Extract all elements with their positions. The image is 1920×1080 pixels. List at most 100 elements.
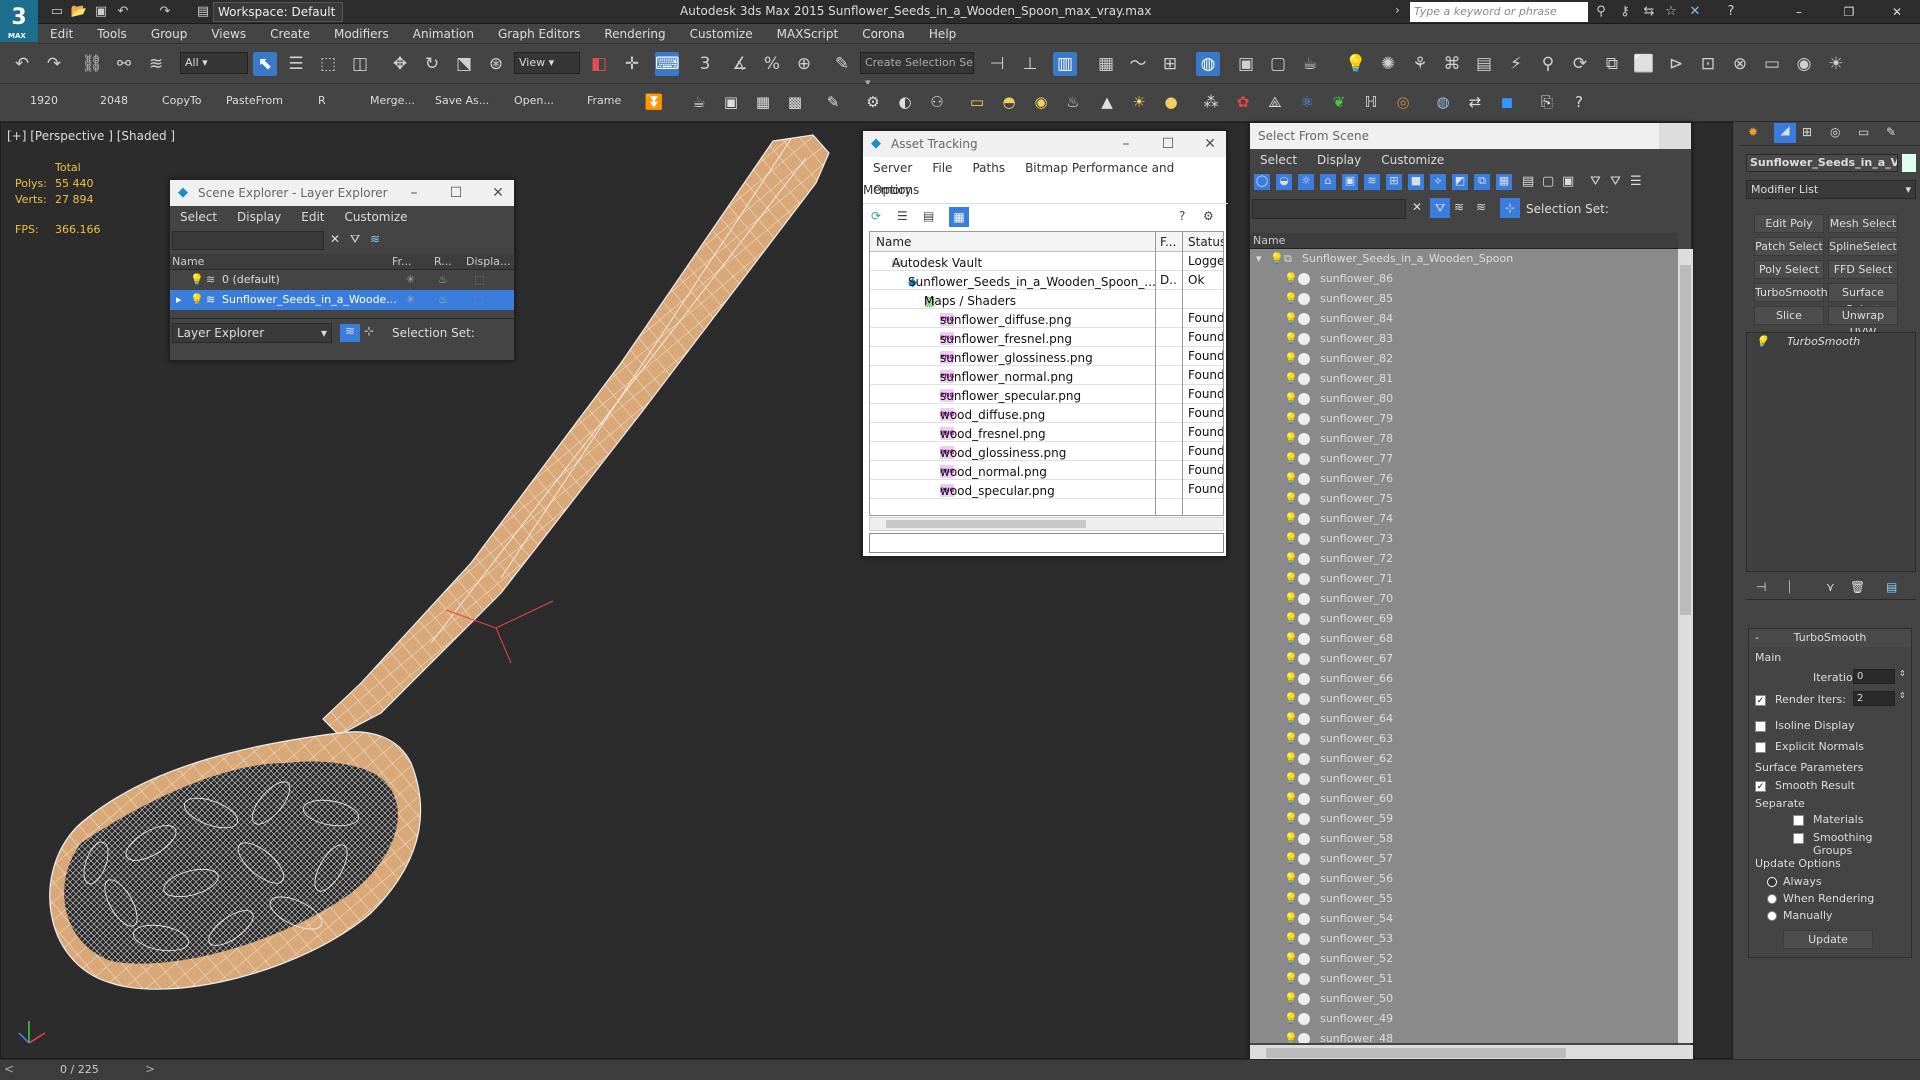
- menu-create[interactable]: Create: [258, 24, 322, 44]
- menu-help[interactable]: Help: [917, 24, 968, 44]
- when-rendering-radio[interactable]: [1767, 892, 1783, 905]
- list-item[interactable]: 💡 sunflower_64: [1250, 709, 1678, 729]
- xref-filter-icon[interactable]: ■: [1408, 174, 1424, 190]
- column-divider[interactable]: [1182, 232, 1183, 515]
- table-view-icon[interactable]: ▦: [949, 207, 969, 227]
- play-box-icon[interactable]: ⊳: [1664, 52, 1688, 76]
- frame-icon[interactable]: ⬜: [1632, 52, 1656, 76]
- lightbulb-icon[interactable]: 💡: [1284, 629, 1298, 649]
- collapse-icon[interactable]: ▾: [1256, 249, 1262, 269]
- menu-customize[interactable]: Customize: [678, 24, 765, 44]
- rendered-frame-icon[interactable]: ▢: [1266, 52, 1290, 76]
- cycle-icon[interactable]: ⟳: [1568, 52, 1592, 76]
- iterations-spinner[interactable]: 0: [1853, 669, 1895, 684]
- export-icon[interactable]: ⎘: [1536, 91, 1558, 113]
- sphere-light-icon[interactable]: ●: [1160, 91, 1182, 113]
- x-close-icon[interactable]: ✕: [1686, 3, 1704, 21]
- menu-paths[interactable]: Paths: [962, 161, 1015, 175]
- lightbulb-icon[interactable]: 💡: [1284, 269, 1298, 289]
- select-invert-icon[interactable]: ▣: [1562, 174, 1574, 189]
- pivot-center-icon[interactable]: ◧: [587, 52, 611, 76]
- selection-set-input[interactable]: Create Selection Se ▾: [860, 52, 974, 89]
- lightbulb-icon[interactable]: 💡: [1284, 709, 1298, 729]
- help-icon[interactable]: ?: [1179, 209, 1185, 223]
- sun-icon[interactable]: ☀: [1128, 91, 1150, 113]
- lightbulb-icon[interactable]: 💡: [1284, 329, 1298, 349]
- bind-space-warp-icon[interactable]: ≋: [144, 52, 168, 76]
- exchange-icon[interactable]: ⇆: [1640, 3, 1658, 21]
- vray-fur-icon[interactable]: ⚘: [1408, 52, 1432, 76]
- list-item[interactable]: 💡 sunflower_78: [1250, 429, 1678, 449]
- lightbulb-icon[interactable]: 💡: [1284, 409, 1298, 429]
- lightbulb-icon[interactable]: 💡: [1284, 589, 1298, 609]
- render-teapot-icon[interactable]: ♨: [438, 270, 448, 290]
- layers-icon[interactable]: ≋: [1454, 200, 1464, 214]
- lightbulb-icon[interactable]: 💡: [1284, 309, 1298, 329]
- display-box-icon[interactable]: ⬚: [474, 290, 484, 310]
- menu-file[interactable]: File: [922, 161, 962, 175]
- lightbulb-icon[interactable]: 💡: [1284, 289, 1298, 309]
- hair-icon[interactable]: ✿: [1232, 91, 1254, 113]
- maximize-button[interactable]: ☐: [1152, 131, 1184, 157]
- menu-customize[interactable]: Customize: [1371, 153, 1454, 167]
- edit-poly-button[interactable]: Edit Poly: [1754, 214, 1824, 233]
- teapot-icon[interactable]: ☕: [688, 91, 710, 113]
- list-item[interactable]: 💡 sunflower_68: [1250, 629, 1678, 649]
- lightbulb-icon[interactable]: 💡: [1284, 369, 1298, 389]
- res-1920-button[interactable]: 1920: [30, 94, 58, 107]
- hierarchy-icon[interactable]: ⊹: [364, 324, 374, 338]
- motion-tab-icon[interactable]: ◎: [1830, 125, 1840, 139]
- menu-group[interactable]: Group: [139, 24, 200, 44]
- list-item[interactable]: 💡 sunflower_59: [1250, 809, 1678, 829]
- options-icon[interactable]: ☰: [1630, 174, 1642, 189]
- minimize-button[interactable]: –: [1110, 131, 1142, 157]
- smooth-result-checkbox[interactable]: ✓: [1755, 779, 1772, 792]
- list-item[interactable]: 💡 sunflower_80: [1250, 389, 1678, 409]
- unwrap-uvw-button[interactable]: Unwrap UVW: [1828, 306, 1898, 339]
- curve-editor-icon[interactable]: 〜: [1126, 52, 1150, 76]
- list-item[interactable]: 💡 sunflower_66: [1250, 669, 1678, 689]
- lightbulb-icon[interactable]: 💡: [1284, 669, 1298, 689]
- paint-icon[interactable]: ✎: [822, 91, 844, 113]
- list-item[interactable]: 💡 sunflower_60: [1250, 789, 1678, 809]
- col-name[interactable]: Name: [172, 255, 204, 268]
- list-item[interactable]: 💡 sunflower_77: [1250, 449, 1678, 469]
- materials-checkbox[interactable]: [1793, 813, 1810, 826]
- scatter-icon[interactable]: ⁂: [1200, 91, 1222, 113]
- lightbulb-icon[interactable]: 💡: [1284, 929, 1298, 949]
- list-item[interactable]: 💡 sunflower_85: [1250, 289, 1678, 309]
- lightbulb-icon[interactable]: 💡: [1284, 909, 1298, 929]
- list-item[interactable]: 💡 sunflower_62: [1250, 749, 1678, 769]
- ring-icon[interactable]: ◎: [1392, 91, 1414, 113]
- close-button[interactable]: ✕: [482, 180, 514, 206]
- layers-toggle-icon[interactable]: ≋: [340, 324, 360, 342]
- list-item[interactable]: 💡 sunflower_71: [1250, 569, 1678, 589]
- menu-customize[interactable]: Customize: [335, 210, 418, 224]
- unlink-icon[interactable]: ⚯: [112, 52, 136, 76]
- list-item[interactable]: 💡 sunflower_75: [1250, 489, 1678, 509]
- pastefrom-button[interactable]: PasteFrom: [226, 94, 283, 107]
- hierarchy-tab-icon[interactable]: ⊞: [1802, 125, 1812, 139]
- display-box-icon[interactable]: ⬚: [474, 270, 484, 290]
- lightbulb-icon[interactable]: 💡: [1284, 549, 1298, 569]
- update-button[interactable]: Update: [1783, 930, 1873, 949]
- details-icon[interactable]: ▤: [923, 209, 934, 223]
- render-iters-spinner[interactable]: 2: [1853, 691, 1895, 706]
- layer-row[interactable]: ▸ 💡 ≋ Sunflower_Seeds_in_a_Woode... ✳ ♨ …: [170, 290, 514, 310]
- material-editor-icon[interactable]: ◍: [1196, 52, 1220, 76]
- vray-light-icon[interactable]: 💡: [1344, 52, 1368, 76]
- col-name[interactable]: Name: [876, 235, 911, 249]
- asset-row[interactable]: PNG wood_diffuse.png Found: [870, 404, 1223, 423]
- render-production-icon[interactable]: ☕: [1298, 52, 1322, 76]
- create-tab-icon[interactable]: ✹: [1748, 125, 1758, 139]
- list-item[interactable]: 💡 sunflower_58: [1250, 829, 1678, 849]
- rotate-icon[interactable]: ↻: [420, 52, 444, 76]
- filter-icon[interactable]: ⛛: [1430, 198, 1450, 218]
- transfer-icon[interactable]: ⇄: [1464, 91, 1486, 113]
- clear-icon[interactable]: ✕: [1412, 200, 1422, 214]
- double-chevron-icon[interactable]: ⏬: [643, 91, 665, 113]
- globe-icon[interactable]: ◍: [1432, 91, 1454, 113]
- scene-explorer-titlebar[interactable]: ◆ Scene Explorer - Layer Explorer – ☐ ✕: [170, 180, 514, 206]
- list-icon[interactable]: ☰: [897, 209, 908, 223]
- list-item[interactable]: 💡 sunflower_83: [1250, 329, 1678, 349]
